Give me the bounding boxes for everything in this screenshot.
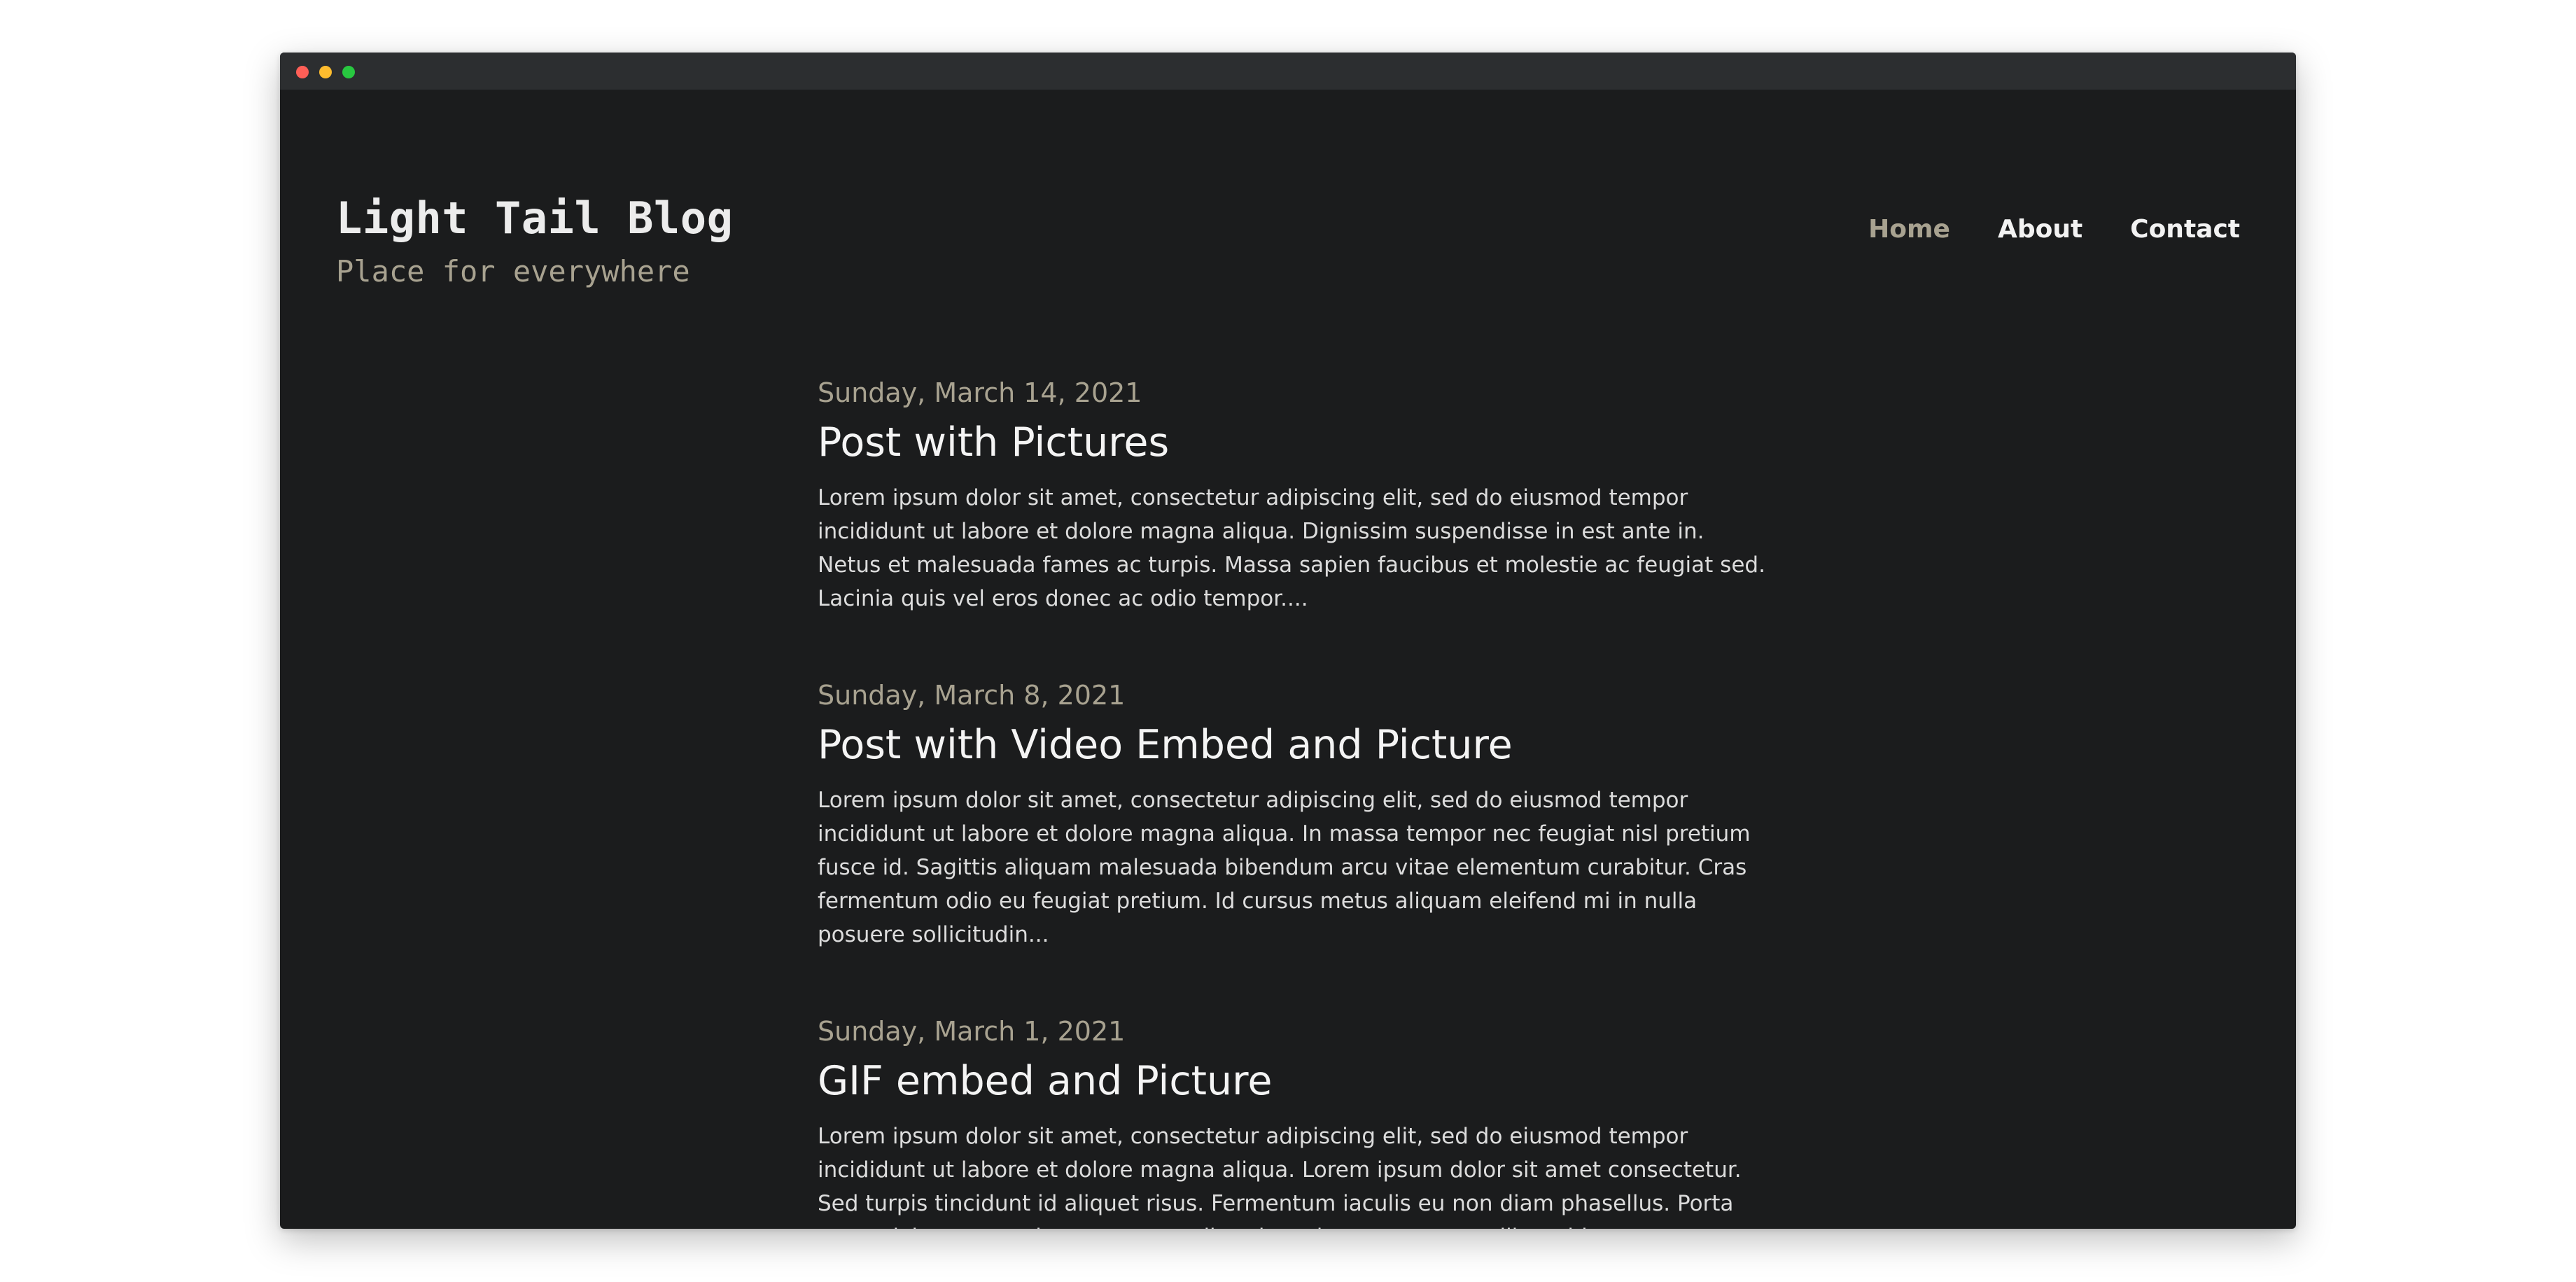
post-excerpt: Lorem ipsum dolor sit amet, consectetur …	[818, 485, 1765, 611]
site-tagline: Place for everywhere	[336, 254, 690, 288]
nav-link-about[interactable]: About	[1998, 215, 2082, 244]
post-list: Sunday, March 14, 2021 Post with Picture…	[818, 375, 1770, 1229]
post-title-link[interactable]: Post with Video Embed and Picture	[818, 718, 1770, 772]
post-date: Sunday, March 8, 2021	[818, 680, 1126, 711]
window-titlebar	[280, 53, 2296, 90]
nav-link-home[interactable]: Home	[1868, 215, 1950, 244]
close-window-dot-icon[interactable]	[296, 66, 309, 78]
post-item: Sunday, March 14, 2021 Post with Picture…	[818, 375, 1770, 615]
browser-window: Light Tail Blog Place for everywhere Hom…	[280, 53, 2296, 1229]
post-title-link[interactable]: Post with Pictures	[818, 415, 1770, 470]
nav-link-contact[interactable]: Contact	[2130, 215, 2240, 244]
site-title[interactable]: Light Tail Blog	[336, 193, 733, 244]
post-date: Sunday, March 14, 2021	[818, 377, 1142, 408]
maximize-window-dot-icon[interactable]	[342, 66, 355, 78]
main-nav: Home About Contact	[1868, 215, 2240, 244]
post-date: Sunday, March 1, 2021	[818, 1016, 1126, 1047]
post-excerpt: Lorem ipsum dolor sit amet, consectetur …	[818, 1124, 1742, 1229]
post-item: Sunday, March 1, 2021 GIF embed and Pict…	[818, 1013, 1770, 1229]
minimize-window-dot-icon[interactable]	[319, 66, 332, 78]
post-item: Sunday, March 8, 2021 Post with Video Em…	[818, 677, 1770, 952]
post-title-link[interactable]: GIF embed and Picture	[818, 1054, 1770, 1108]
post-excerpt: Lorem ipsum dolor sit amet, consectetur …	[818, 788, 1751, 947]
